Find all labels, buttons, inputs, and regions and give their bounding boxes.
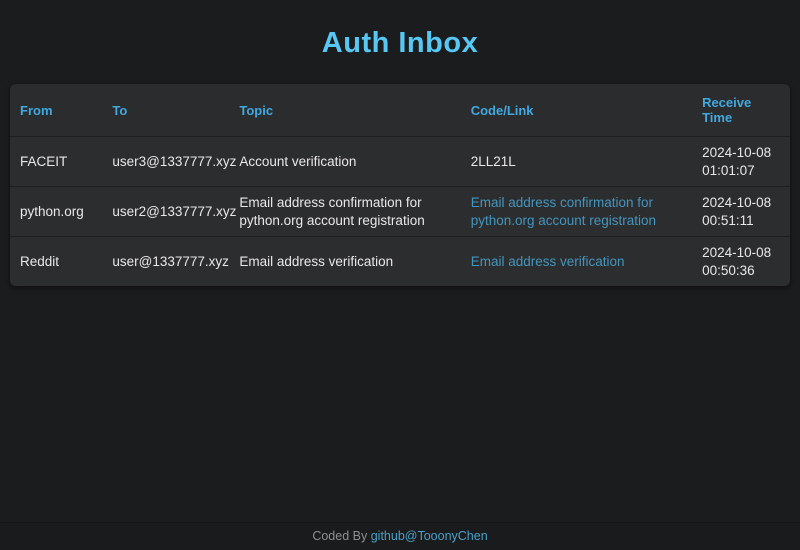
column-header-topic: Topic <box>229 84 460 137</box>
footer-credit-text: Coded By <box>312 529 367 543</box>
table-row: FACEITuser3@1337777.xyzAccount verificat… <box>10 137 790 187</box>
cell-from: FACEIT <box>10 137 102 187</box>
cell-code: 2LL21L <box>461 137 692 187</box>
table-body: FACEITuser3@1337777.xyzAccount verificat… <box>10 137 790 287</box>
cell-to: user@1337777.xyz <box>102 237 229 287</box>
cell-code: Email address verification <box>461 237 692 287</box>
cell-text-to: user3@1337777.xyz <box>112 154 236 169</box>
cell-from: python.org <box>10 187 102 237</box>
footer-github-link[interactable]: github@TooonyChen <box>371 529 488 543</box>
inbox-table-container: FromToTopicCode/LinkReceive Time FACEIT u… <box>10 84 790 286</box>
cell-text-topic: Email address verification <box>239 254 393 269</box>
cell-from: Reddit <box>10 237 102 287</box>
cell-topic: Account verification <box>229 137 460 187</box>
cell-text-to: user@1337777.xyz <box>112 254 229 269</box>
cell-received: 2024-10-08 00:50:36 <box>692 237 790 287</box>
cell-received: 2024-10-08 00:51:11 <box>692 187 790 237</box>
table-head: FromToTopicCode/LinkReceive Time <box>10 84 790 137</box>
cell-text-received: 2024-10-08 00:51:11 <box>702 195 771 228</box>
cell-text-topic: Email address confirmation for python.or… <box>239 195 424 228</box>
table-row: python.orguser2@1337777.xyzEmail address… <box>10 187 790 237</box>
table-header-row: FromToTopicCode/LinkReceive Time <box>10 84 790 137</box>
cell-to: user3@1337777.xyz <box>102 137 229 187</box>
cell-text-from: Reddit <box>20 254 59 269</box>
column-header-received: Receive Time <box>692 84 790 137</box>
table-row: Reddit user@1337777.xyz Email address veri… <box>10 237 790 287</box>
cell-topic: Email address confirmation for python.or… <box>229 187 460 237</box>
cell-text-to: user2@1337777.xyz <box>112 204 236 219</box>
cell-to: user2@1337777.xyz <box>102 187 229 237</box>
page-title: Auth Inbox <box>0 0 800 60</box>
inbox-table: FromToTopicCode/LinkReceive Time FACEIT u… <box>10 84 790 286</box>
code-link[interactable]: Email address confirmation for python.or… <box>471 195 656 228</box>
column-header-from: From <box>10 84 102 137</box>
code-link[interactable]: Email address verification <box>471 254 625 269</box>
cell-received: 2024-10-08 01:01:07 <box>692 137 790 187</box>
column-header-code: Code/Link <box>461 84 692 137</box>
auth-inbox-page: Auth Inbox FromToTopicCode/LinkReceive T… <box>0 0 800 550</box>
cell-text-topic: Account verification <box>239 154 356 169</box>
cell-text-code: 2LL21L <box>471 154 516 169</box>
cell-text-received: 2024-10-08 00:50:36 <box>702 245 771 278</box>
cell-text-from: FACEIT <box>20 154 67 169</box>
cell-code: Email address confirmation for python.or… <box>461 187 692 237</box>
cell-text-received: 2024-10-08 01:01:07 <box>702 145 771 178</box>
cell-text-from: python.org <box>20 204 84 219</box>
column-header-to: To <box>102 84 229 137</box>
cell-topic: Email address verification <box>229 237 460 287</box>
footer: Coded By github@TooonyChen <box>0 522 800 550</box>
